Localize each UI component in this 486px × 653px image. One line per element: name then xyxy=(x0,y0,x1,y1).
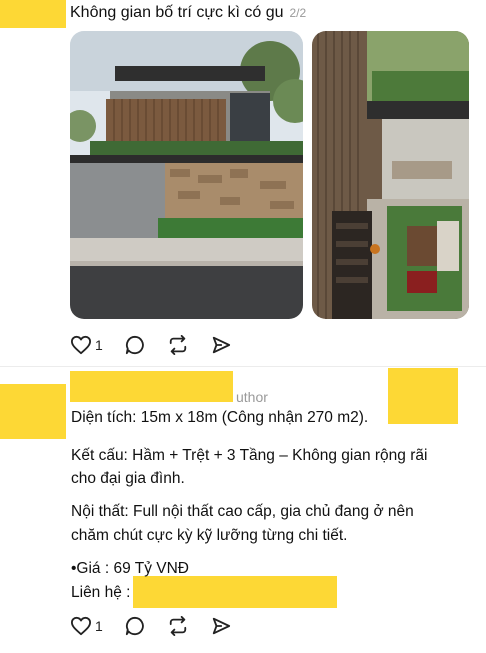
comment-button[interactable] xyxy=(125,335,145,355)
post-text-line: Diện tích: 15m x 18m (Công nhận 270 m2). xyxy=(71,409,369,426)
post-caption: Không gian bố trí cực kì có gu 2/2 xyxy=(70,4,306,22)
repost-icon xyxy=(169,335,186,355)
like-button[interactable]: 1 xyxy=(70,616,103,636)
contact-line: Liên hệ : xyxy=(71,584,131,601)
post-text-line: Kết cấu: Hầm + Trệt + 3 Tầng – Không gia… xyxy=(71,447,428,464)
share-button[interactable] xyxy=(211,616,231,636)
photo-interior[interactable] xyxy=(312,31,469,319)
post-text-line: chăm chút cực kỳ kỹ lưỡng từng chi tiết. xyxy=(71,527,348,544)
post2-action-bar: 1 xyxy=(70,616,253,636)
redacted-avatar-left xyxy=(0,384,66,439)
page-indicator: 2/2 xyxy=(289,6,307,20)
caption-text: Không gian bố trí cực kì có gu xyxy=(70,4,284,21)
repost-icon xyxy=(169,616,186,636)
share-button[interactable] xyxy=(211,335,231,355)
like-count: 1 xyxy=(95,618,103,634)
comment-button[interactable] xyxy=(125,616,145,636)
repost-button[interactable] xyxy=(167,616,189,636)
author-name-suffix: uthor xyxy=(236,389,268,405)
heart-icon xyxy=(71,616,91,636)
like-count: 1 xyxy=(95,337,103,353)
comment-icon xyxy=(125,335,144,355)
photo-exterior[interactable] xyxy=(70,31,303,319)
redacted-avatar-right xyxy=(388,368,458,424)
redacted-avatar-top xyxy=(0,0,66,28)
send-icon xyxy=(212,336,230,354)
price-line: •Giá : 69 Tỷ VNĐ xyxy=(71,560,189,577)
post-divider xyxy=(0,366,486,367)
post-text-line: Nội thất: Full nội thất cao cấp, gia chủ… xyxy=(71,503,414,520)
like-button[interactable]: 1 xyxy=(70,335,103,355)
post-text-line: cho đại gia đình. xyxy=(71,470,185,487)
redacted-author-name xyxy=(70,371,233,402)
comment-icon xyxy=(125,616,144,636)
post1-action-bar: 1 xyxy=(70,335,253,355)
heart-icon xyxy=(71,335,91,355)
send-icon xyxy=(212,617,230,635)
repost-button[interactable] xyxy=(167,335,189,355)
